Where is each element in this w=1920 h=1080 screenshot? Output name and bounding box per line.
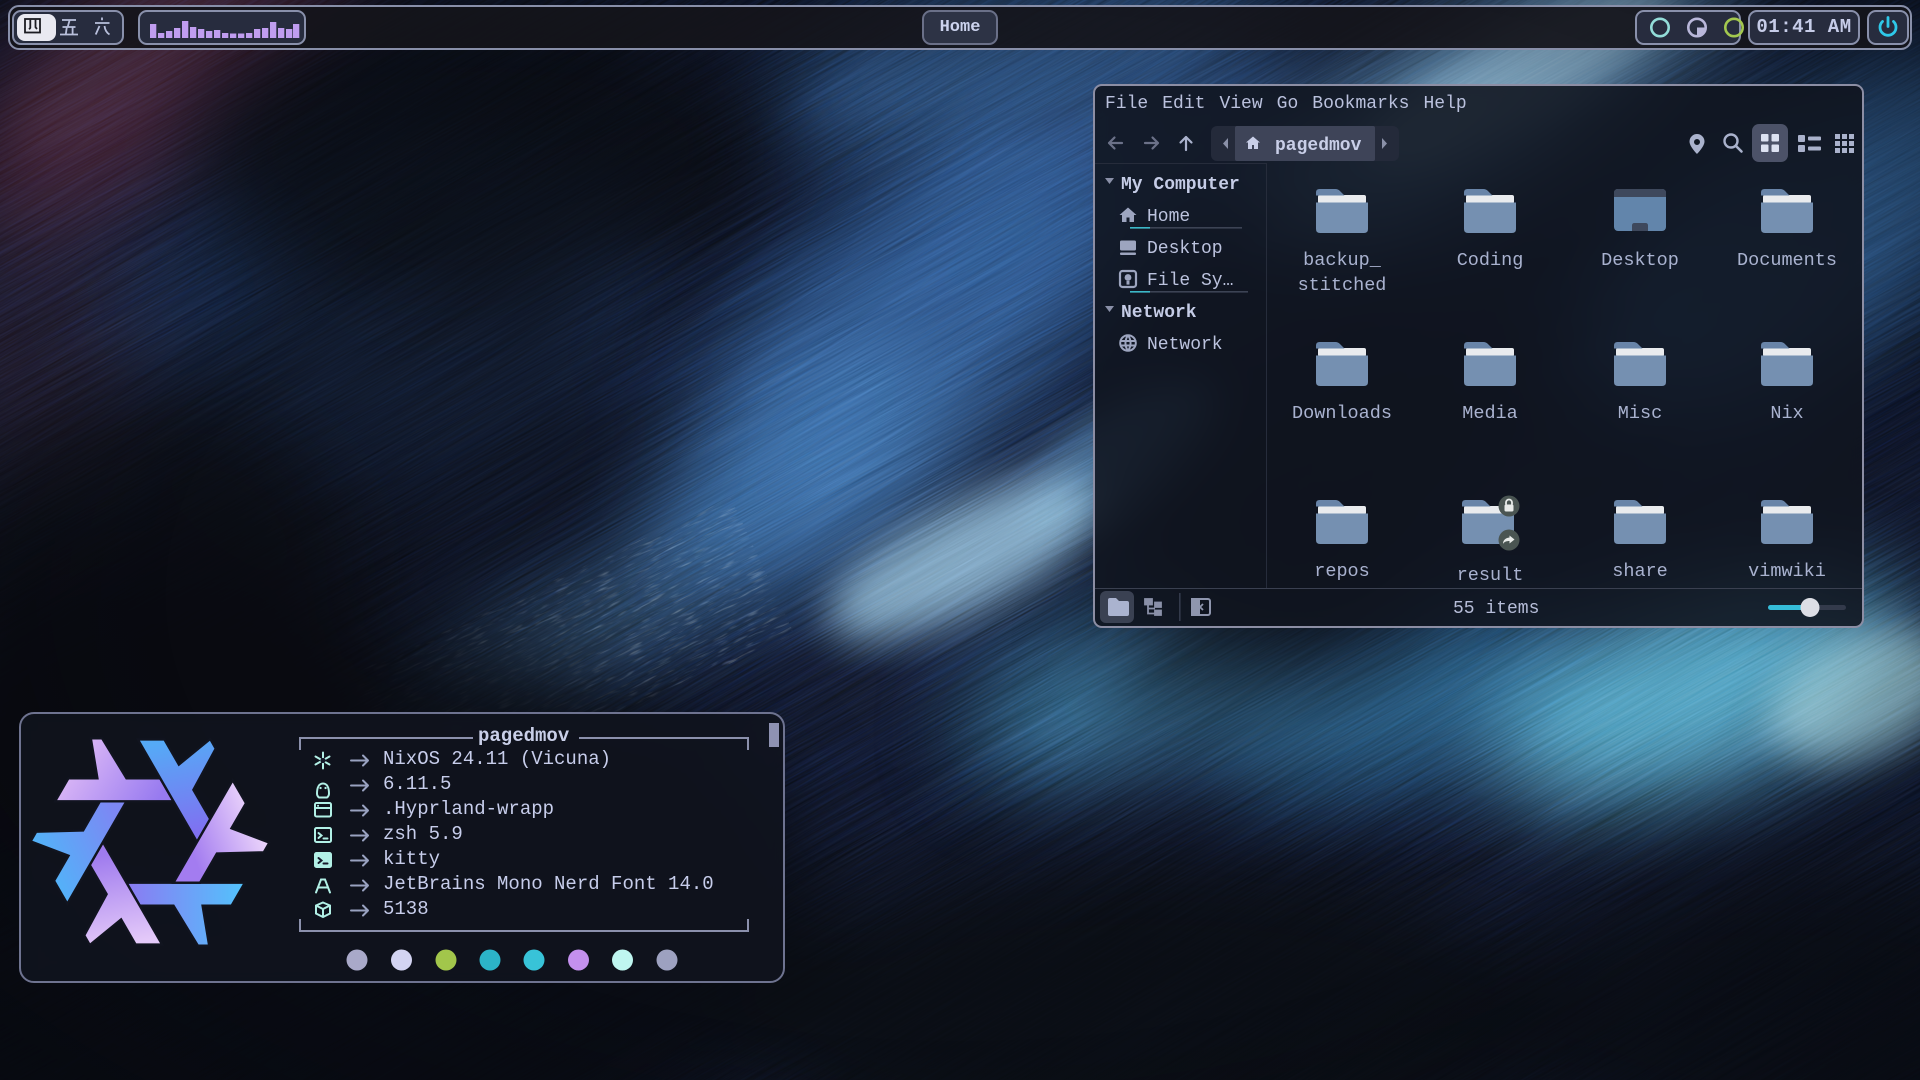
- svg-text:Desktop: Desktop: [1147, 239, 1223, 259]
- svg-text:55 items: 55 items: [1453, 599, 1539, 619]
- svg-text:Network: Network: [1121, 303, 1197, 323]
- svg-text:Home: Home: [1147, 207, 1190, 227]
- svg-text:pagedmov: pagedmov: [1275, 136, 1362, 156]
- svg-text:My Computer: My Computer: [1121, 175, 1240, 195]
- svg-text:File Sy…: File Sy…: [1147, 271, 1233, 291]
- svg-text:Network: Network: [1147, 335, 1223, 355]
